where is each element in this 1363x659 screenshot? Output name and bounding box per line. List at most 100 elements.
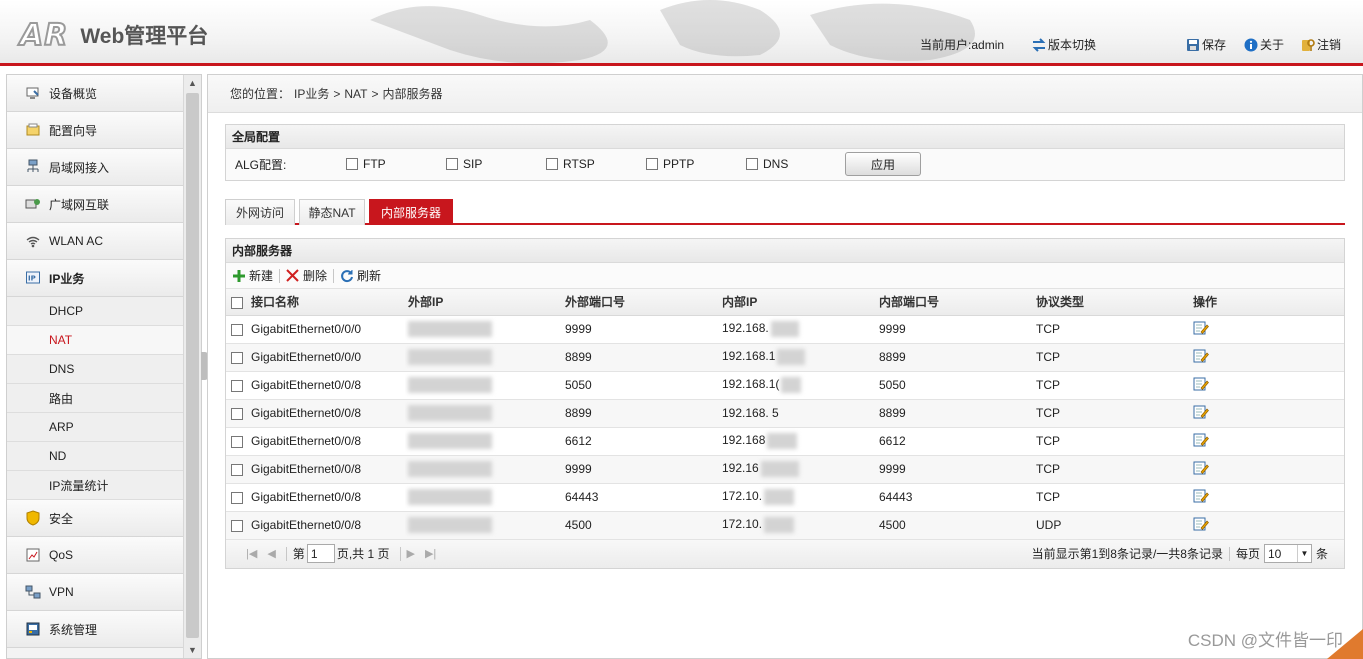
per-page-select[interactable]: 10 ▼ <box>1263 544 1312 563</box>
page-number-input[interactable]: 1 <box>306 544 335 563</box>
delete-button[interactable]: 删除 <box>286 267 327 284</box>
alg-sip-checkbox[interactable]: SIP <box>446 157 482 171</box>
version-switch-link[interactable]: 版本切换 <box>1032 36 1096 53</box>
page-suffix: 页,共 1 页 <box>336 547 390 561</box>
checkbox-box[interactable] <box>746 158 758 170</box>
last-page-icon[interactable]: ▶| <box>425 547 436 560</box>
cell-external-port: 6612 <box>562 427 719 456</box>
per-page-value: 10 <box>1267 546 1282 561</box>
edit-icon[interactable] <box>1193 460 1209 476</box>
alg-pptp-checkbox[interactable]: PPTP <box>646 157 694 171</box>
new-button[interactable]: 新建 <box>232 267 273 284</box>
sidebar-item-system[interactable]: 系统管理 <box>7 611 185 648</box>
sidebar-subitem-arp[interactable]: ARP <box>7 413 185 442</box>
first-page-icon[interactable]: |◀ <box>246 547 257 560</box>
sidebar-subitem-dhcp[interactable]: DHCP <box>7 297 185 326</box>
sidebar-scrollbar[interactable]: ▲ ▼ <box>183 75 201 658</box>
edit-icon[interactable] <box>1193 432 1209 448</box>
sidebar-item-ip-service[interactable]: IP IP业务 <box>7 260 185 297</box>
row-checkbox[interactable] <box>231 379 243 392</box>
cell-external-ip-redacted <box>405 399 562 428</box>
sidebar-item-config-wizard[interactable]: 配置向导 <box>7 112 185 149</box>
sidebar-item-wan[interactable]: 广域网互联 <box>7 186 185 223</box>
col-protocol[interactable]: 协议类型 <box>1033 289 1190 316</box>
chevron-down-icon: ▼ <box>1296 545 1311 562</box>
col-interface-name[interactable]: 接口名称 <box>248 289 405 316</box>
cell-external-ip-redacted <box>405 455 562 484</box>
checkbox-box[interactable] <box>646 158 658 170</box>
col-internal-port[interactable]: 内部端口号 <box>876 289 1033 316</box>
cell-internal-port: 4500 <box>876 511 1033 540</box>
sidebar-item-security[interactable]: 安全 <box>7 500 185 537</box>
scrollbar-thumb[interactable] <box>186 93 199 638</box>
sidebar-item-device-overview[interactable]: 设备概览 <box>7 75 185 112</box>
internal-ip-text: 192.168.1 <box>722 349 776 364</box>
next-page-icon[interactable]: ▶ <box>407 547 415 560</box>
sidebar-item-lan-access[interactable]: 局域网接入 <box>7 149 185 186</box>
platform-title: Web管理平台 <box>80 25 209 48</box>
scroll-down-icon[interactable]: ▼ <box>184 642 201 658</box>
sidebar-item-vpn[interactable]: VPN <box>7 574 185 611</box>
cell-interface: GigabitEthernet0/0/8 <box>248 483 405 512</box>
checkbox-box[interactable] <box>446 158 458 170</box>
sidebar-subitem-route[interactable]: 路由 <box>7 384 185 413</box>
row-checkbox[interactable] <box>231 351 243 364</box>
cell-protocol: TCP <box>1033 427 1190 456</box>
redacted-block <box>408 377 492 393</box>
refresh-button[interactable]: 刷新 <box>340 267 381 284</box>
sidebar-subitem-ip-traffic[interactable]: IP流量统计 <box>7 471 185 500</box>
sidebar-item-label: 设备概览 <box>49 86 98 101</box>
alg-ftp-checkbox[interactable]: FTP <box>346 157 386 171</box>
edit-icon[interactable] <box>1193 488 1209 504</box>
about-link[interactable]: 关于 <box>1244 36 1284 53</box>
sidebar-item-wlan-ac[interactable]: WLAN AC <box>7 223 185 260</box>
sidebar-subitem-nat[interactable]: NAT <box>7 326 185 355</box>
save-link[interactable]: 保存 <box>1186 36 1226 53</box>
edit-icon[interactable] <box>1193 516 1209 532</box>
col-internal-ip[interactable]: 内部IP <box>719 289 876 316</box>
alg-option-label: DNS <box>763 157 789 171</box>
logout-link[interactable]: 注销 <box>1301 36 1341 53</box>
edit-icon[interactable] <box>1193 320 1209 336</box>
per-page-suffix: 条 <box>1315 547 1328 561</box>
tab-outbound-access[interactable]: 外网访问 <box>225 199 295 225</box>
checkbox-box[interactable] <box>346 158 358 170</box>
sidebar-item-qos[interactable]: QoS <box>7 537 185 574</box>
col-external-ip[interactable]: 外部IP <box>405 289 562 316</box>
cli-corner-icon[interactable] <box>1327 629 1363 659</box>
save-icon <box>1187 38 1199 51</box>
sidebar-subitem-nd[interactable]: ND <box>7 442 185 471</box>
select-all-checkbox[interactable] <box>231 296 243 309</box>
cell-protocol: TCP <box>1033 455 1190 484</box>
row-checkbox[interactable] <box>231 491 243 504</box>
sidebar-subitem-dns[interactable]: DNS <box>7 355 185 384</box>
table-row: GigabitEthernet0/0/8 4500 172.10. 4500 U… <box>226 511 1344 540</box>
row-checkbox[interactable] <box>231 407 243 420</box>
cell-internal-port: 9999 <box>876 455 1033 484</box>
cell-internal-ip: 192.168.1 <box>719 343 876 372</box>
col-external-port[interactable]: 外部端口号 <box>562 289 719 316</box>
row-checkbox[interactable] <box>231 323 243 336</box>
wan-icon <box>25 196 41 212</box>
alg-dns-checkbox[interactable]: DNS <box>746 157 788 171</box>
redacted-block <box>408 517 492 533</box>
save-label: 保存 <box>1202 38 1227 52</box>
tab-static-nat[interactable]: 静态NAT <box>299 199 365 225</box>
alg-rtsp-checkbox[interactable]: RTSP <box>546 157 595 171</box>
edit-icon[interactable] <box>1193 348 1209 364</box>
checkbox-box[interactable] <box>546 158 558 170</box>
apply-button[interactable]: 应用 <box>845 152 921 176</box>
prev-page-icon[interactable]: ◀ <box>267 547 275 560</box>
tab-internal-server[interactable]: 内部服务器 <box>369 199 453 225</box>
scroll-up-icon[interactable]: ▲ <box>184 75 201 91</box>
refresh-icon <box>341 269 354 282</box>
row-checkbox[interactable] <box>231 463 243 476</box>
alg-option-label: RTSP <box>563 157 595 171</box>
row-checkbox[interactable] <box>231 435 243 448</box>
edit-icon[interactable] <box>1193 376 1209 392</box>
row-checkbox[interactable] <box>231 519 243 532</box>
edit-icon[interactable] <box>1193 404 1209 420</box>
row-select-cell <box>226 371 248 400</box>
sidebar-item-label: QoS <box>49 548 74 562</box>
redacted-block <box>764 489 795 505</box>
